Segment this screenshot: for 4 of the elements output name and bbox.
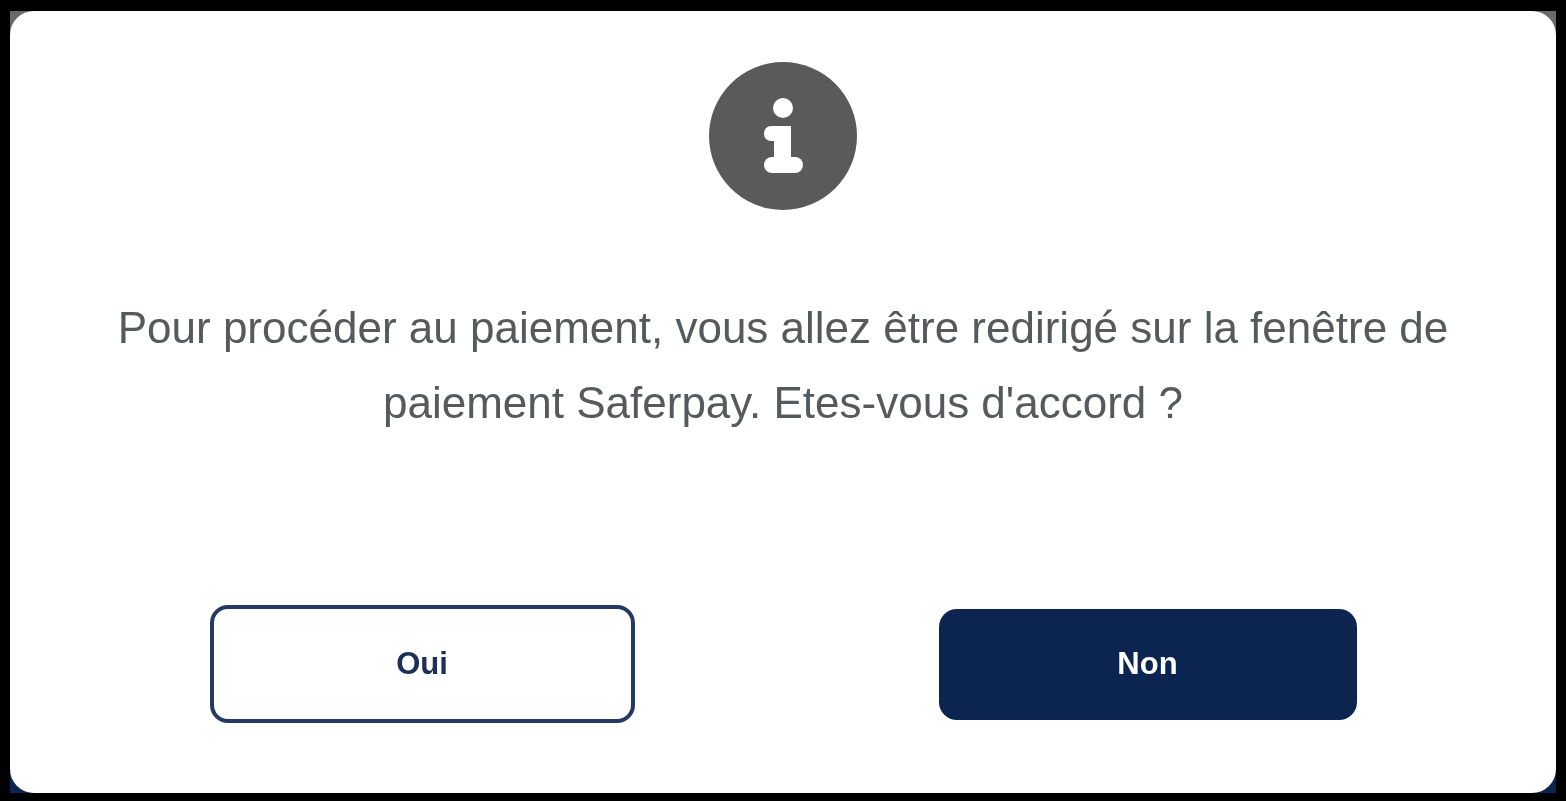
- dialog-message: Pour procéder au paiement, vous allez être redirigé sur la fenêtre de paiement Saferpay. Etes-vous d'accord ?: [116, 302, 1450, 429]
- info-icon: [709, 62, 857, 210]
- secondary-button[interactable]: Oui: [209, 605, 635, 723]
- primary-button[interactable]: Non: [938, 608, 1357, 720]
